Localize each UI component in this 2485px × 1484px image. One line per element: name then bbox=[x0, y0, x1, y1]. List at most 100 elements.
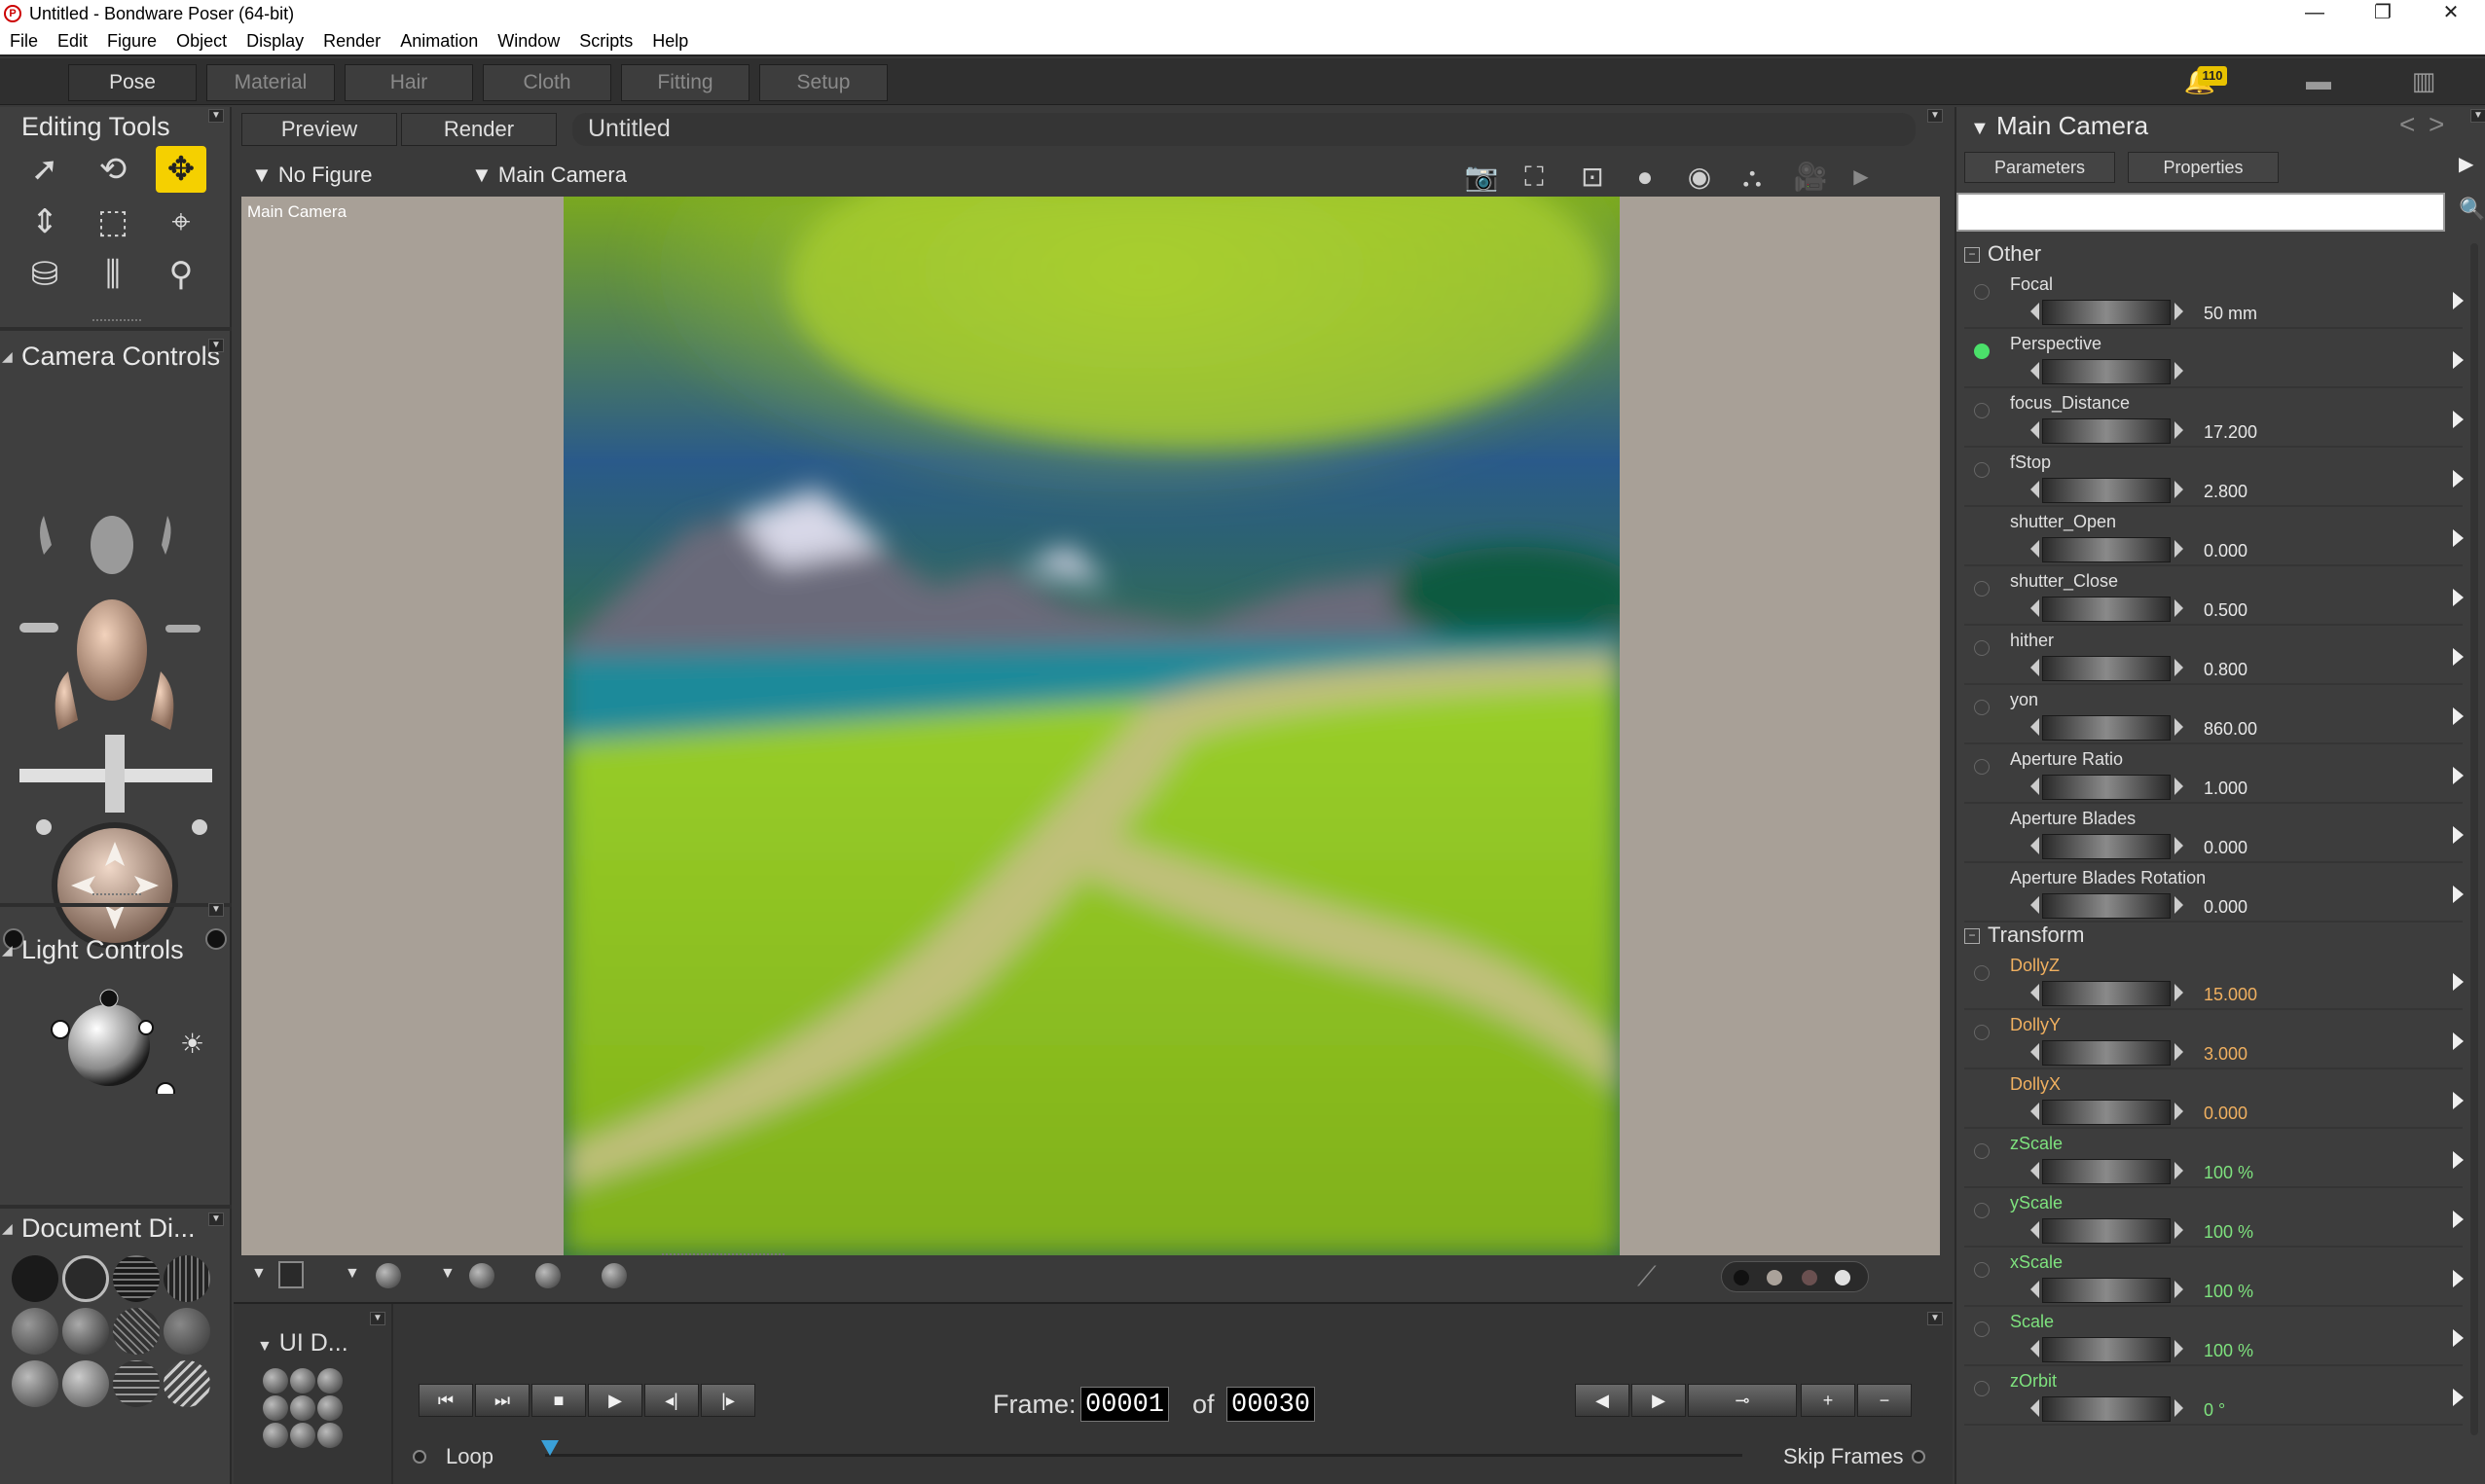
parameter-dial[interactable] bbox=[2042, 715, 2171, 741]
menu-edit[interactable]: Edit bbox=[48, 31, 97, 52]
editing-tools-grip[interactable] bbox=[92, 319, 141, 323]
flat-shaded-style-icon[interactable] bbox=[62, 1308, 109, 1355]
menu-display[interactable]: Display bbox=[237, 31, 313, 52]
parameter-menu-arrow-icon[interactable] bbox=[2453, 1092, 2464, 1109]
parameter-dial[interactable] bbox=[2042, 1396, 2171, 1422]
decrement-arrow-icon[interactable] bbox=[2030, 421, 2039, 439]
menu-scripts[interactable]: Scripts bbox=[569, 31, 642, 52]
parameter-search-input[interactable] bbox=[1956, 193, 2445, 232]
timeline-playhead[interactable] bbox=[541, 1440, 559, 1456]
light-controls-menu-arrow[interactable]: ▼ bbox=[208, 903, 224, 917]
camera-controls-menu-arrow[interactable]: ▼ bbox=[208, 339, 224, 352]
outline-style-icon[interactable] bbox=[62, 1255, 109, 1302]
ui-memory-dot[interactable] bbox=[263, 1368, 288, 1394]
increment-arrow-icon[interactable] bbox=[2174, 1281, 2183, 1298]
decrement-arrow-icon[interactable] bbox=[2030, 1281, 2039, 1298]
background-color-selector[interactable] bbox=[1721, 1261, 1869, 1292]
parameter-animate-radio[interactable] bbox=[1974, 581, 1990, 597]
delete-keyframe-button[interactable]: − bbox=[1857, 1384, 1912, 1417]
timeline-slider[interactable] bbox=[545, 1454, 1742, 1457]
tab-render[interactable]: Render bbox=[401, 113, 557, 146]
ui-memory-dot[interactable] bbox=[290, 1423, 315, 1448]
parameter-dial[interactable] bbox=[2042, 359, 2171, 384]
parameter-value[interactable]: 100 % bbox=[2204, 1282, 2253, 1302]
increment-arrow-icon[interactable] bbox=[2174, 1399, 2183, 1417]
parameter-animate-radio[interactable] bbox=[1974, 1143, 1990, 1159]
increment-arrow-icon[interactable] bbox=[2174, 481, 2183, 498]
parameters-menu-arrow[interactable]: ▼ bbox=[2470, 109, 2485, 123]
tab-properties[interactable]: Properties bbox=[2128, 152, 2279, 183]
editing-tools-header[interactable]: Editing Tools bbox=[0, 107, 232, 146]
increment-arrow-icon[interactable] bbox=[2174, 659, 2183, 676]
parameter-menu-arrow-icon[interactable] bbox=[2453, 826, 2464, 844]
stop-button[interactable]: ■ bbox=[531, 1384, 586, 1417]
wireframe-style-icon[interactable] bbox=[113, 1255, 160, 1302]
room-tab-setup[interactable]: Setup bbox=[759, 64, 888, 101]
skip-frames-radio[interactable] bbox=[1912, 1450, 1925, 1464]
menu-file[interactable]: File bbox=[0, 31, 48, 52]
toolbar-more-icon[interactable]: ▶ bbox=[1842, 160, 1881, 195]
parameter-value[interactable]: 0.000 bbox=[2204, 541, 2247, 561]
increment-arrow-icon[interactable] bbox=[2174, 303, 2183, 320]
bg-color-swatch[interactable] bbox=[1734, 1270, 1749, 1285]
panel-expand-icon[interactable]: ▶ bbox=[2459, 152, 2473, 176]
chat-icon[interactable]: ▬ bbox=[2299, 66, 2338, 97]
menu-window[interactable]: Window bbox=[488, 31, 569, 52]
parameter-value[interactable]: 15.000 bbox=[2204, 985, 2257, 1005]
ui-memory-dot[interactable] bbox=[263, 1395, 288, 1421]
collapse-group-icon[interactable]: − bbox=[1964, 928, 1980, 945]
parameter-menu-arrow-icon[interactable] bbox=[2453, 1211, 2464, 1228]
increment-arrow-icon[interactable] bbox=[2174, 778, 2183, 795]
decrement-arrow-icon[interactable] bbox=[2030, 1103, 2039, 1120]
ui-memory-dot[interactable] bbox=[317, 1423, 343, 1448]
increment-arrow-icon[interactable] bbox=[2174, 1162, 2183, 1179]
parameter-dial[interactable] bbox=[2042, 834, 2171, 859]
bg-color-swatch[interactable] bbox=[1802, 1270, 1817, 1285]
decrement-arrow-icon[interactable] bbox=[2030, 540, 2039, 558]
ground-plane-icon[interactable]: ⛬ bbox=[1733, 160, 1772, 195]
parameter-menu-arrow-icon[interactable] bbox=[2453, 707, 2464, 725]
parameter-dial[interactable] bbox=[2042, 981, 2171, 1006]
parameter-dial[interactable] bbox=[2042, 1159, 2171, 1184]
ui-memory-dot[interactable] bbox=[317, 1368, 343, 1394]
decrement-arrow-icon[interactable] bbox=[2030, 1399, 2039, 1417]
parameter-menu-arrow-icon[interactable] bbox=[2453, 648, 2464, 666]
viewport-grip[interactable] bbox=[662, 1253, 785, 1257]
light-controls-collapse-icon[interactable]: ◢ bbox=[2, 930, 13, 969]
increment-arrow-icon[interactable] bbox=[2174, 1103, 2183, 1120]
parameter-menu-arrow-icon[interactable] bbox=[2453, 1270, 2464, 1287]
smooth-shaded-style-icon[interactable] bbox=[12, 1360, 58, 1407]
go-to-end-button[interactable]: ⏭ bbox=[475, 1384, 530, 1417]
parameter-dial[interactable] bbox=[2042, 1100, 2171, 1125]
room-tab-fitting[interactable]: Fitting bbox=[621, 64, 749, 101]
add-keyframe-button[interactable]: + bbox=[1801, 1384, 1855, 1417]
parameter-dial[interactable] bbox=[2042, 418, 2171, 444]
menu-object[interactable]: Object bbox=[166, 31, 237, 52]
parameter-menu-arrow-icon[interactable] bbox=[2453, 351, 2464, 369]
cartoon-style-icon[interactable] bbox=[164, 1308, 210, 1355]
increment-arrow-icon[interactable] bbox=[2174, 896, 2183, 914]
decrement-arrow-icon[interactable] bbox=[2030, 1340, 2039, 1357]
play-button[interactable]: ▶ bbox=[588, 1384, 642, 1417]
parameter-animate-radio[interactable] bbox=[1974, 344, 1990, 359]
parameter-animate-radio[interactable] bbox=[1974, 1203, 1990, 1218]
texture-shaded-style-icon[interactable] bbox=[62, 1360, 109, 1407]
increment-arrow-icon[interactable] bbox=[2174, 1043, 2183, 1061]
parameter-group-other[interactable]: − Other bbox=[1964, 241, 2041, 271]
parameter-value[interactable]: 0.500 bbox=[2204, 600, 2247, 621]
menu-help[interactable]: Help bbox=[642, 31, 698, 52]
parameter-value[interactable]: 0.000 bbox=[2204, 897, 2247, 918]
go-to-start-button[interactable]: ⏮ bbox=[419, 1384, 473, 1417]
parameter-menu-arrow-icon[interactable] bbox=[2453, 411, 2464, 428]
ui-memory-dot[interactable] bbox=[290, 1368, 315, 1394]
lit-wireframe-style-icon[interactable] bbox=[12, 1308, 58, 1355]
restore-button[interactable]: ❐ bbox=[2349, 0, 2417, 27]
room-tab-hair[interactable]: Hair bbox=[345, 64, 473, 101]
ui-dots-menu-arrow[interactable]: ▼ bbox=[370, 1312, 385, 1325]
increment-arrow-icon[interactable] bbox=[2174, 1221, 2183, 1239]
parameter-value[interactable]: 0.800 bbox=[2204, 660, 2247, 680]
parameter-animate-radio[interactable] bbox=[1974, 284, 1990, 300]
parameter-animate-radio[interactable] bbox=[1974, 1025, 1990, 1040]
rotate-icon[interactable]: ⟲ bbox=[88, 146, 138, 193]
decrement-arrow-icon[interactable] bbox=[2030, 659, 2039, 676]
